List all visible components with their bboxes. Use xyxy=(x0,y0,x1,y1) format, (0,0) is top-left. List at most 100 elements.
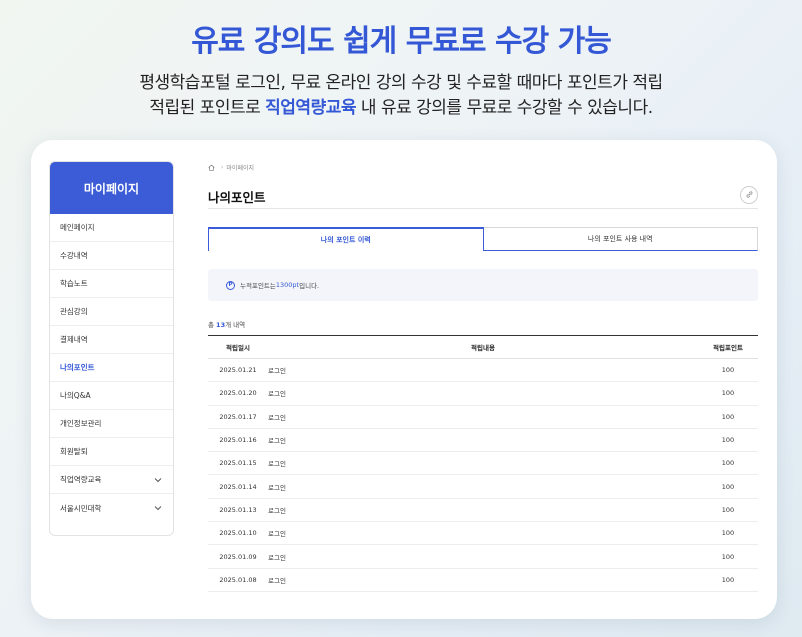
sidebar-item[interactable]: 나의포인트 xyxy=(50,354,173,382)
table-row: 2025.01.14 로그인 100 xyxy=(208,474,758,499)
headline: 유료 강의도 쉽게 무료로 수강 가능 xyxy=(191,24,612,59)
cell-points: 100 xyxy=(698,521,758,546)
cell-date: 2025.01.20 xyxy=(208,381,268,406)
cell-desc: 로그인 xyxy=(268,451,698,476)
sidebar-title: 마이페이지 xyxy=(50,162,173,214)
table-row: 2025.01.21 로그인 100 xyxy=(208,358,758,383)
screenshot-card: 마이페이지 메인페이지 수강내역 학습노트 관심강의 결제내역 나의포인트 나의Q&A 개인정… xyxy=(31,140,777,619)
tab-0[interactable]: 나의 포인트 이력 xyxy=(208,227,484,251)
sidebar-item[interactable]: 회원탈퇴 xyxy=(50,438,173,466)
points-notice: P 누적포인트는 1300pt 입니다. xyxy=(208,269,758,301)
cell-date: 2025.01.17 xyxy=(208,405,268,429)
count-prefix: 총 xyxy=(208,321,217,329)
count-number: 13 xyxy=(216,321,226,329)
table-row: 2025.01.08 로그인 100 xyxy=(208,568,758,592)
table-row: 2025.01.17 로그인 100 xyxy=(208,405,758,429)
page-title: 나의포인트 xyxy=(208,190,266,205)
table-row: 2025.01.09 로그인 100 xyxy=(208,544,758,569)
sidebar-item-label: 회원탈퇴 xyxy=(60,447,88,456)
cell-desc: 로그인 xyxy=(268,474,698,499)
header-desc: 적립내용 xyxy=(471,344,495,352)
subtitle-text-after: 내 유료 강의를 무료로 수강할 수 있습니다. xyxy=(356,98,653,118)
breadcrumb-current[interactable]: 마이페이지 xyxy=(226,163,254,172)
sidebar-item[interactable]: 수강내역 xyxy=(50,242,173,270)
cell-desc: 로그인 xyxy=(268,428,698,453)
sidebar-item[interactable]: 결제내역 xyxy=(50,326,173,354)
cell-points: 100 xyxy=(698,568,758,592)
sidebar-item[interactable]: 관심강의 xyxy=(50,298,173,326)
chevron-down-icon xyxy=(153,475,163,485)
table-body: 2025.01.21 로그인 100 2025.01.20 로그인 100 2025.01.… xyxy=(208,358,758,592)
count-suffix: 개 내역 xyxy=(225,321,246,329)
notice-text-after: 입니다. xyxy=(299,282,320,290)
cell-desc: 로그인 xyxy=(268,568,698,592)
share-link-button[interactable] xyxy=(740,185,758,204)
cell-desc: 로그인 xyxy=(268,358,698,383)
sidebar-item-label: 서울시민대학 xyxy=(60,503,102,513)
sidebar-item-label: 관심강의 xyxy=(60,307,88,316)
sidebar-item-label: 나의포인트 xyxy=(60,363,95,372)
points-table: 적립일시 적립내용 적립포인트 2025.01.21 로그인 100 2025.01.… xyxy=(208,335,758,592)
sidebar-item-label: 결제내역 xyxy=(60,335,88,344)
tab-1[interactable]: 나의 포인트 사용 내역 xyxy=(483,227,758,251)
subtitle-line-2: 적립된 포인트로 직업역량교육 내 유료 강의를 무료로 수강할 수 있습니다. xyxy=(0,93,802,118)
subtitle-text-before: 적립된 포인트로 xyxy=(149,98,266,118)
sidebar-item-label: 학습노트 xyxy=(60,279,88,288)
sidebar: 마이페이지 메인페이지수강내역학습노트관심강의결제내역나의포인트나의Q&A 개인정… xyxy=(49,161,174,536)
cell-desc: 로그인 xyxy=(268,521,698,546)
cell-points: 100 xyxy=(698,405,758,429)
sidebar-item[interactable]: 학습노트 xyxy=(50,270,173,298)
cell-points: 100 xyxy=(698,498,758,523)
cell-date: 2025.01.14 xyxy=(208,474,268,499)
table-row: 2025.01.20 로그인 100 xyxy=(208,381,758,406)
header-points: 적립포인트 xyxy=(713,344,743,352)
notice-text-before: 누적포인트는 xyxy=(240,282,276,290)
cell-desc: 로그인 xyxy=(268,498,698,523)
cell-date: 2025.01.13 xyxy=(208,498,268,523)
cell-date: 2025.01.09 xyxy=(208,544,268,569)
table-row: 2025.01.10 로그인 100 xyxy=(208,521,758,546)
table-row: 2025.01.15 로그인 100 xyxy=(208,451,758,476)
table-row: 2025.01.16 로그인 100 xyxy=(208,428,758,453)
sidebar-item-label: 메인페이지 xyxy=(60,223,95,232)
subtitle-line-1: 평생학습포털 로그인, 무료 온라인 강의 수강 및 수료할 때마다 포인트가 … xyxy=(139,73,663,93)
cell-date: 2025.01.21 xyxy=(208,358,268,383)
cell-points: 100 xyxy=(698,474,758,499)
sidebar-item-label: 개인정보관리 xyxy=(60,419,102,428)
cell-points: 100 xyxy=(698,381,758,406)
breadcrumb-separator: › xyxy=(221,163,224,171)
record-count: 총 13개 내역 xyxy=(208,319,758,329)
cell-desc: 로그인 xyxy=(268,381,698,406)
sidebar-menu: 메인페이지수강내역학습노트관심강의결제내역나의포인트나의Q&A 개인정보관리회원탈… xyxy=(50,214,173,522)
chevron-down-icon xyxy=(153,503,163,513)
cell-points: 100 xyxy=(698,358,758,383)
home-icon[interactable] xyxy=(208,164,215,171)
sidebar-item[interactable]: 나의Q&A xyxy=(50,382,173,410)
point-icon: P xyxy=(226,280,235,290)
sidebar-item[interactable]: 직업역량교육 xyxy=(50,466,173,494)
sidebar-item-label: 수강내역 xyxy=(60,251,88,260)
cell-date: 2025.01.08 xyxy=(208,568,268,592)
cell-points: 100 xyxy=(698,451,758,476)
sidebar-item-label: 나의Q&A xyxy=(60,391,91,400)
header-date: 적립일시 xyxy=(226,344,250,352)
cell-points: 100 xyxy=(698,428,758,453)
subtitle-highlight: 직업역량교육 xyxy=(265,98,356,118)
sidebar-item[interactable]: 메인페이지 xyxy=(50,214,173,242)
main-content: › 마이페이지 나의포인트 나의 포인트 이력 나의 포인트 사용 내역 P 누적… xyxy=(208,162,758,592)
sidebar-item-label: 직업역량교육 xyxy=(60,475,102,484)
table-row: 2025.01.13 로그인 100 xyxy=(208,498,758,523)
sidebar-item[interactable]: 서울시민대학 xyxy=(50,494,173,522)
cell-date: 2025.01.15 xyxy=(208,451,268,476)
total-points: 1300pt xyxy=(275,281,300,289)
sidebar-item[interactable]: 개인정보관리 xyxy=(50,410,173,438)
cell-date: 2025.01.16 xyxy=(208,428,268,453)
cell-desc: 로그인 xyxy=(268,544,698,569)
table-header-row: 적립일시 적립내용 적립포인트 xyxy=(208,335,758,359)
cell-points: 100 xyxy=(698,544,758,569)
breadcrumb: › 마이페이지 xyxy=(208,162,758,172)
tab-bar: 나의 포인트 이력 나의 포인트 사용 내역 xyxy=(208,227,758,251)
link-icon xyxy=(746,191,752,198)
title-row: 나의포인트 xyxy=(208,185,758,209)
cell-desc: 로그인 xyxy=(268,405,698,429)
